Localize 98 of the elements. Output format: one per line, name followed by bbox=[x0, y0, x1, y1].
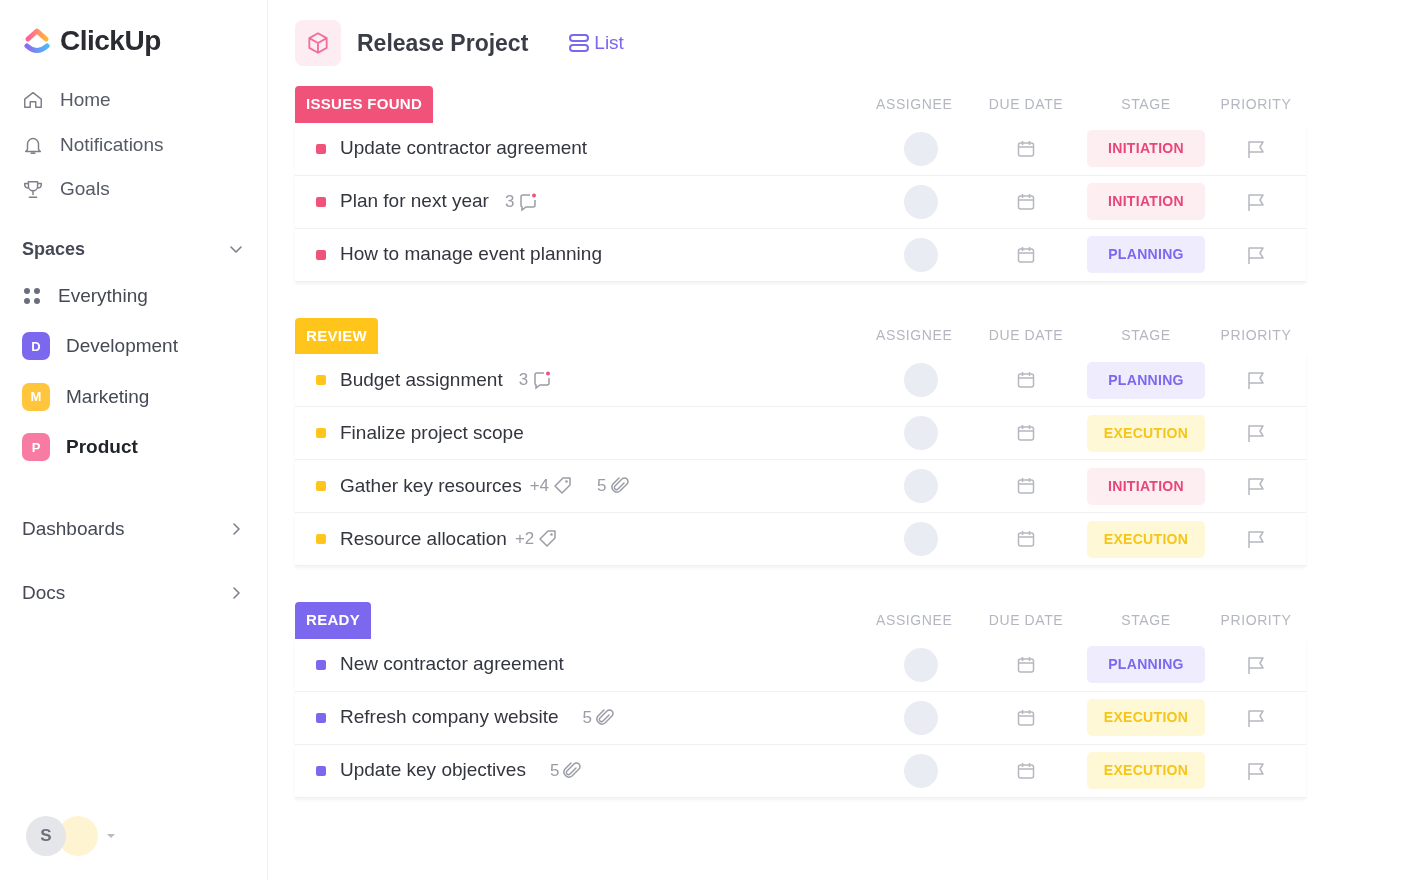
column-header: ASSIGNEE bbox=[876, 94, 954, 114]
status-square bbox=[316, 143, 326, 154]
space-item[interactable]: Marketing bbox=[66, 382, 150, 411]
task-row[interactable]: Update key objectives 5 EXECUTION bbox=[295, 744, 1306, 798]
task-name[interactable]: Update contractor agreement bbox=[340, 134, 588, 163]
task-name[interactable]: How to manage event planning bbox=[340, 240, 602, 269]
column-header: STAGE bbox=[1120, 326, 1172, 346]
attachment-count: 5 bbox=[597, 475, 607, 498]
column-header: PRIORITY bbox=[1219, 326, 1293, 346]
column-header: ASSIGNEE bbox=[876, 326, 954, 346]
task-row[interactable]: New contractor agreement PLANNING bbox=[295, 638, 1306, 692]
logo-text: ClickUp bbox=[60, 24, 161, 58]
column-header: DUE DATE bbox=[987, 94, 1065, 114]
task-name[interactable]: Gather key resources bbox=[340, 471, 522, 501]
status-square bbox=[316, 659, 326, 670]
column-header: STAGE bbox=[1120, 610, 1172, 630]
task-row[interactable]: Refresh company website 5 EXECUTION bbox=[295, 691, 1306, 745]
calendar-icon[interactable] bbox=[1016, 707, 1036, 728]
trophy-icon bbox=[22, 178, 44, 201]
space-item[interactable]: Development bbox=[66, 332, 178, 361]
paperclip-icon bbox=[610, 476, 629, 496]
flag-icon[interactable] bbox=[1245, 369, 1267, 391]
paperclip-icon bbox=[563, 760, 582, 781]
calendar-icon[interactable] bbox=[1016, 191, 1036, 212]
tag-icon bbox=[553, 476, 574, 496]
status-badge: ISSUES FOUND bbox=[295, 86, 434, 123]
nav-link[interactable]: Docs bbox=[22, 579, 66, 608]
column-header: DUE DATE bbox=[987, 610, 1065, 630]
task-row[interactable]: Resource allocation +2 EXECUTION bbox=[295, 513, 1306, 566]
status-badge: REVIEW bbox=[295, 317, 378, 354]
stage-tag[interactable]: PLANNING bbox=[1087, 236, 1205, 273]
tag-icon bbox=[538, 529, 559, 549]
paperclip-icon bbox=[596, 707, 615, 728]
calendar-icon[interactable] bbox=[1016, 529, 1036, 549]
flag-icon[interactable] bbox=[1245, 475, 1267, 497]
space-avatar: P bbox=[22, 433, 50, 462]
status-square bbox=[316, 249, 326, 260]
calendar-icon[interactable] bbox=[1016, 654, 1036, 675]
list-icon bbox=[568, 33, 591, 53]
task-row[interactable]: Plan for next year 3 INITIATION bbox=[295, 175, 1306, 229]
comment-icon bbox=[532, 370, 553, 390]
task-name[interactable]: New contractor agreement bbox=[340, 650, 564, 679]
nav-link[interactable]: Notifications bbox=[60, 130, 164, 159]
user-avatar[interactable]: S bbox=[26, 816, 66, 856]
space-item[interactable]: Product bbox=[66, 433, 138, 462]
comment-icon bbox=[518, 191, 539, 212]
status-square bbox=[316, 375, 326, 385]
space-avatar: D bbox=[22, 332, 50, 361]
nav-link[interactable]: Home bbox=[60, 86, 111, 115]
stage-tag[interactable]: PLANNING bbox=[1087, 361, 1205, 399]
task-row[interactable]: Finalize project scope EXECUTION bbox=[295, 407, 1306, 460]
list-view-tab[interactable]: List bbox=[568, 28, 624, 58]
nav-link[interactable]: Goals bbox=[60, 175, 110, 204]
status-badge: READY bbox=[295, 602, 371, 639]
flag-icon[interactable] bbox=[1245, 528, 1267, 550]
task-name[interactable]: Budget assignment bbox=[340, 365, 503, 395]
project-title: Release Project bbox=[357, 28, 529, 58]
section-heading: Spaces bbox=[22, 237, 86, 261]
task-name[interactable]: Resource allocation bbox=[340, 524, 507, 554]
status-square bbox=[316, 196, 326, 207]
column-header: PRIORITY bbox=[1219, 94, 1293, 114]
status-square bbox=[316, 481, 326, 491]
cube-icon bbox=[305, 30, 331, 56]
tag-count: +4 bbox=[529, 475, 550, 498]
tag-count: +2 bbox=[514, 528, 535, 551]
task-row[interactable]: How to manage event planning PLANNING bbox=[295, 228, 1306, 282]
attachment-count: 5 bbox=[549, 759, 560, 782]
task-row[interactable]: Update contractor agreement INITIATION bbox=[295, 122, 1306, 176]
comment-count: 3 bbox=[504, 190, 515, 213]
space-avatar: M bbox=[22, 382, 50, 411]
stage-tag[interactable]: PLANNING bbox=[1087, 646, 1205, 683]
status-square bbox=[316, 765, 326, 776]
nav-link[interactable]: Dashboards bbox=[22, 514, 125, 543]
column-header: STAGE bbox=[1120, 94, 1172, 114]
status-square bbox=[316, 534, 326, 544]
calendar-icon[interactable] bbox=[1016, 476, 1036, 496]
attachment-count: 5 bbox=[582, 706, 593, 729]
comment-count: 3 bbox=[518, 369, 529, 392]
status-square bbox=[316, 712, 326, 723]
status-square bbox=[316, 428, 326, 438]
calendar-icon[interactable] bbox=[1016, 138, 1036, 159]
column-header: ASSIGNEE bbox=[876, 610, 954, 630]
grid-dots-icon bbox=[22, 285, 42, 306]
calendar-icon[interactable] bbox=[1016, 244, 1036, 265]
column-header: DUE DATE bbox=[987, 326, 1065, 346]
task-name[interactable]: Finalize project scope bbox=[340, 418, 524, 448]
task-row[interactable]: Budget assignment 3 PLANNING bbox=[295, 354, 1306, 407]
task-name[interactable]: Refresh company website bbox=[340, 703, 559, 732]
space-item[interactable]: Everything bbox=[58, 281, 148, 310]
task-row[interactable]: Gather key resources +4 5 INITIATION bbox=[295, 460, 1306, 513]
column-header: PRIORITY bbox=[1219, 610, 1293, 630]
task-name[interactable]: Plan for next year bbox=[340, 187, 489, 216]
calendar-icon[interactable] bbox=[1016, 760, 1036, 781]
calendar-icon[interactable] bbox=[1016, 423, 1036, 443]
task-name[interactable]: Update key objectives bbox=[340, 756, 526, 785]
calendar-icon[interactable] bbox=[1016, 370, 1036, 390]
caret-icon[interactable] bbox=[106, 832, 116, 840]
flag-icon[interactable] bbox=[1245, 422, 1267, 444]
